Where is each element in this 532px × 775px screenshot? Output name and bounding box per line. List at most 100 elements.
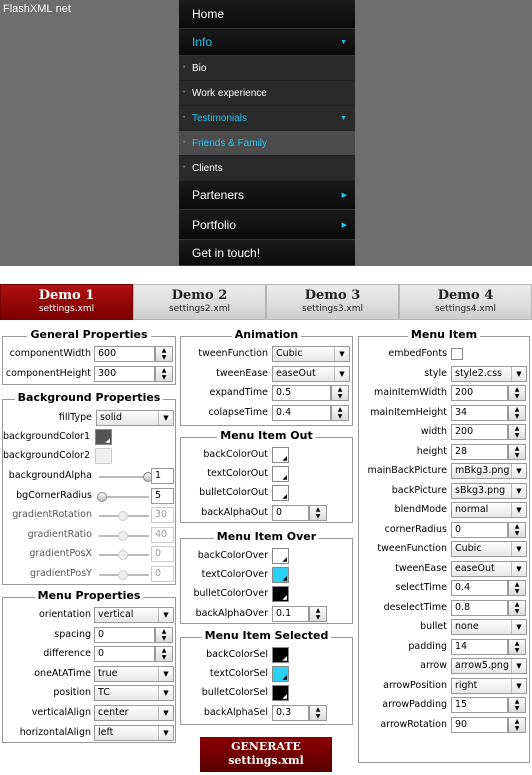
tab-demo-4[interactable]: Demo 4 settings4.xml [399,284,532,320]
bgcolor1-swatch[interactable]: ◢ [95,429,112,445]
stepper-icon[interactable]: ▲ ▼ [309,704,327,721]
slider-value[interactable]: 1 [151,468,174,484]
stepper-icon[interactable]: ▲ ▼ [508,638,526,655]
property-input[interactable]: 34 [451,404,508,421]
property-input[interactable]: 14 [451,638,508,655]
slider-row: gradientPosX 0 [3,545,175,564]
property-select[interactable]: true ▼ [94,665,174,682]
stepper-icon[interactable]: ▲ ▼ [155,646,173,663]
color-swatch[interactable]: ◢ [272,666,289,683]
property-input[interactable]: 0 [94,646,155,663]
property-select[interactable]: Cubic ▼ [451,541,527,557]
stepper-icon[interactable]: ▲ ▼ [155,346,173,362]
property-select[interactable]: mBkg3.png ▼ [451,463,527,479]
slider-handle[interactable] [97,491,107,502]
property-input[interactable]: 300 [94,366,155,382]
property-label: deselectTime [383,601,447,613]
embedfonts-checkbox[interactable] [451,348,463,360]
slider-handle[interactable] [117,569,128,580]
stepper-icon[interactable]: ▲ ▼ [331,385,349,401]
filltype-select[interactable]: solid ▼ [96,410,174,426]
property-input[interactable]: 200 [451,424,508,440]
property-select[interactable]: right ▼ [451,677,527,694]
stepper-icon[interactable]: ▲ ▼ [155,366,173,382]
slider-handle[interactable] [117,530,128,541]
slider-value[interactable]: 5 [151,487,174,504]
generate-button[interactable]: GENERATE settings.xml [200,737,332,772]
property-input[interactable]: 0.4 [272,404,331,421]
property-select[interactable]: vertical ▼ [94,607,174,623]
property-label: verticalAlign [31,707,91,718]
property-select[interactable]: style2.css ▼ [451,365,527,382]
property-input[interactable]: 0 [451,521,508,538]
property-input[interactable]: 0.3 [272,704,309,721]
property-select[interactable]: arrow5.png ▼ [451,658,527,674]
tab-title: Demo 2 [171,288,228,303]
stepper-icon[interactable]: ▲ ▼ [508,385,526,401]
flashxml-logo: FlashXML.net [3,3,71,15]
color-swatch[interactable]: ◢ [272,567,289,584]
stepper-icon[interactable]: ▲ ▼ [508,599,526,616]
property-input[interactable]: 0.5 [272,385,331,401]
property-input[interactable]: 90 [451,716,508,733]
property-select[interactable]: normal ▼ [451,502,527,518]
property-row: width 200 ▲ ▼ [359,423,529,442]
property-select[interactable]: none ▼ [451,619,527,635]
property-input[interactable]: 0.8 [451,599,508,616]
slider-handle[interactable] [117,511,128,521]
property-select[interactable]: center ▼ [94,705,174,721]
stepper-icon[interactable]: ▲ ▼ [508,443,526,460]
stepper-icon[interactable]: ▲ ▼ [155,626,173,643]
tab-title: Demo 3 [304,288,361,303]
property-input[interactable]: 0.1 [272,605,309,622]
property-select[interactable]: TC ▼ [94,685,174,702]
color-swatch[interactable]: ◢ [272,548,289,564]
color-swatch[interactable]: ◢ [272,685,289,702]
stepper-icon[interactable]: ▲ ▼ [508,404,526,421]
slider-value[interactable]: 0 [151,565,174,582]
property-input[interactable]: 15 [451,697,508,713]
stepper-icon[interactable]: ▲ ▼ [309,504,327,521]
property-input[interactable]: 0.4 [451,580,508,596]
property-label: arrowPosition [383,679,447,691]
tab-demo-1[interactable]: Demo 1 settings.xml [0,284,133,320]
property-label: backColorOut [203,449,268,460]
slider-value[interactable]: 40 [151,526,174,543]
tab-demo-2[interactable]: Demo 2 settings2.xml [133,284,266,320]
stepper-icon[interactable]: ▲ ▼ [508,716,526,733]
property-input[interactable]: 600 [94,346,155,362]
property-row: textColorSel ◢ [181,665,352,684]
slider-value[interactable]: 30 [151,507,174,523]
slider-handle[interactable] [117,550,128,560]
property-label: bulletColorSel [201,687,268,699]
property-select[interactable]: easeOut ▼ [272,365,350,382]
bullet-icon: • [183,140,186,146]
color-swatch[interactable]: ◢ [272,647,289,663]
property-input[interactable]: 0 [94,626,155,643]
property-select[interactable]: left ▼ [94,724,174,741]
bgcolor2-swatch[interactable] [95,448,112,464]
slider-value[interactable]: 0 [151,546,174,562]
property-input[interactable]: 28 [451,443,508,460]
property-input[interactable]: 0 [272,504,309,521]
property-select[interactable]: easeOut ▼ [451,560,527,577]
slider-track[interactable] [99,476,149,478]
color-swatch[interactable]: ◢ [272,466,289,483]
stepper-icon[interactable]: ▲ ▼ [508,521,526,538]
property-select[interactable]: Cubic ▼ [272,346,350,362]
stepper-icon[interactable]: ▲ ▼ [309,605,327,622]
menu-item-label: Home [192,7,225,21]
stepper-icon[interactable]: ▲ ▼ [508,697,526,713]
property-label: orientation [39,609,91,620]
color-swatch[interactable]: ◢ [272,447,289,463]
color-swatch[interactable]: ◢ [272,586,289,603]
tab-demo-3[interactable]: Demo 3 settings3.xml [266,284,399,320]
stepper-icon[interactable]: ▲ ▼ [508,580,526,596]
property-input[interactable]: 200 [451,385,508,401]
panel-title: Menu Properties [34,589,144,602]
property-row: backColorOut ◢ [181,446,352,465]
color-swatch[interactable]: ◢ [272,485,289,502]
property-select[interactable]: sBkg3.png ▼ [451,482,527,499]
stepper-icon[interactable]: ▲ ▼ [508,424,526,440]
stepper-icon[interactable]: ▲ ▼ [331,404,349,421]
